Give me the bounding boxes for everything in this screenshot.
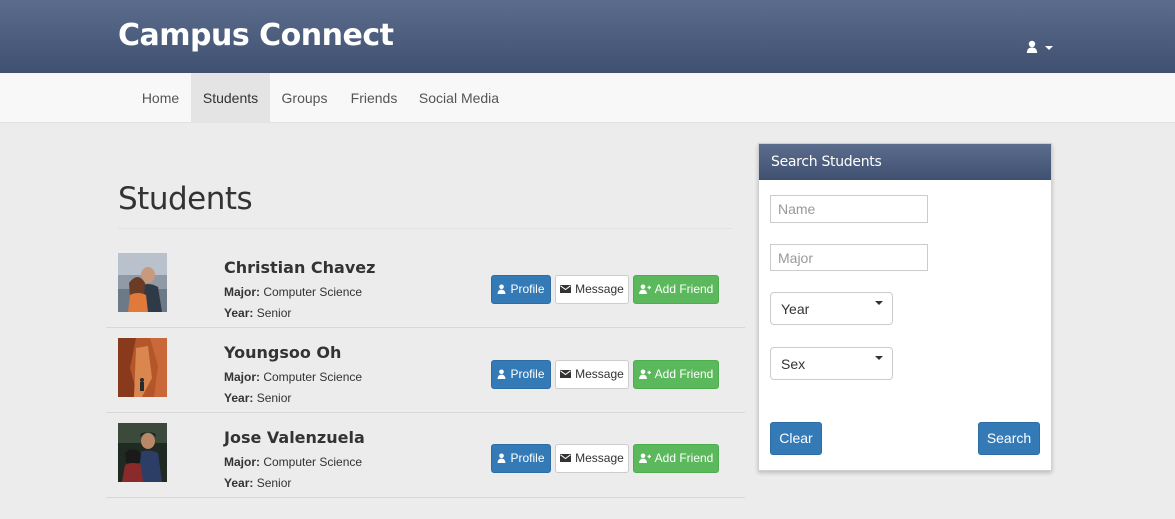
student-name: Christian Chavez [224,258,376,277]
row-divider [106,497,745,498]
year-select-value: Year [781,301,810,317]
major-value: Computer Science [263,370,363,384]
profile-button[interactable]: Profile [491,360,551,389]
message-button[interactable]: Message [555,275,629,304]
student-row: Youngsoo Oh Major: Computer Science Year… [106,328,745,413]
year-label: Year: [224,391,254,405]
user-icon [497,453,506,463]
student-year: Year: Senior [224,306,291,320]
search-button[interactable]: Search [978,422,1040,455]
name-search-input[interactable] [770,195,928,223]
major-label: Major: [224,455,260,469]
student-row: Christian Chavez Major: Computer Science… [106,243,745,328]
message-button[interactable]: Message [555,444,629,473]
year-label: Year: [224,306,254,320]
major-search-input[interactable] [770,244,928,271]
major-value: Computer Science [263,285,363,299]
student-year: Year: Senior [224,391,291,405]
top-bar: Campus Connect [0,0,1175,73]
search-panel-header: Search Students [759,144,1051,180]
title-divider [118,228,732,229]
user-icon [1026,40,1038,53]
user-plus-icon [638,369,651,379]
student-major: Major: Computer Science [224,455,362,469]
year-value: Senior [256,391,292,405]
year-select[interactable]: Year [770,292,893,325]
student-row: Jose Valenzuela Major: Computer Science … [106,413,745,498]
profile-button[interactable]: Profile [491,275,551,304]
add-friend-button[interactable]: Add Friend [633,444,719,473]
caret-down-icon [875,301,883,305]
nav-item-home[interactable]: Home [130,73,191,123]
profile-button[interactable]: Profile [491,444,551,473]
major-value: Computer Science [263,455,363,469]
envelope-icon [560,284,572,293]
student-major: Major: Computer Science [224,285,362,299]
major-label: Major: [224,370,260,384]
nav-item-social-media[interactable]: Social Media [409,73,509,123]
main-nav: Home Students Groups Friends Social Medi… [0,73,1175,123]
year-value: Senior [256,306,292,320]
user-menu-button[interactable] [1026,38,1056,56]
caret-down-icon [1045,46,1053,50]
envelope-icon [560,453,572,462]
sex-select-value: Sex [781,356,806,372]
year-label: Year: [224,476,254,490]
user-icon [497,369,506,379]
envelope-icon [560,369,572,378]
nav-item-friends[interactable]: Friends [339,73,409,123]
year-value: Senior [256,476,292,490]
clear-button[interactable]: Clear [770,422,822,455]
student-photo [118,423,167,482]
user-plus-icon [638,453,651,463]
student-major: Major: Computer Science [224,370,362,384]
search-panel-title: Search Students [771,154,882,170]
app-title: Campus Connect [118,18,394,53]
page-title: Students [118,181,253,217]
nav-item-groups[interactable]: Groups [270,73,339,123]
add-friend-button[interactable]: Add Friend [633,360,719,389]
student-photo [118,253,167,312]
message-button[interactable]: Message [555,360,629,389]
sex-select[interactable]: Sex [770,347,893,380]
student-name: Youngsoo Oh [224,343,342,362]
caret-down-icon [875,356,883,360]
search-panel: Search Students Year Sex Clear Search [758,143,1052,471]
user-icon [497,284,506,294]
add-friend-button[interactable]: Add Friend [633,275,719,304]
student-name: Jose Valenzuela [224,428,365,447]
user-plus-icon [638,284,651,294]
student-photo [118,338,167,397]
student-year: Year: Senior [224,476,291,490]
major-label: Major: [224,285,260,299]
nav-item-students[interactable]: Students [191,73,270,123]
